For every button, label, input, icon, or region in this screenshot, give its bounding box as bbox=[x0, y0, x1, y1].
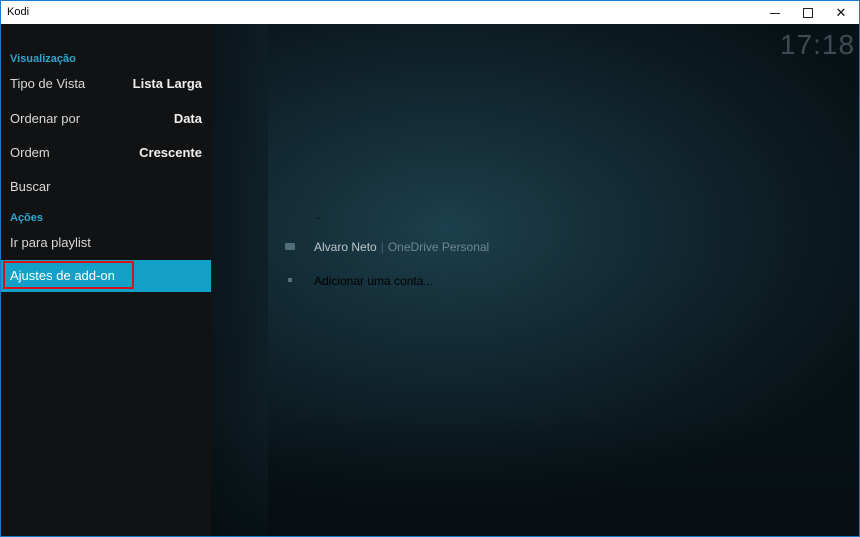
minimize-button[interactable] bbox=[759, 1, 791, 24]
highlight-annotation bbox=[3, 261, 134, 289]
separator: | bbox=[380, 240, 384, 254]
option-label: Ordem bbox=[10, 145, 50, 160]
section-header-view: Visualização bbox=[10, 53, 76, 65]
option-view-type[interactable]: Tipo de Vista Lista Larga bbox=[1, 68, 211, 100]
maximize-icon bbox=[803, 7, 813, 18]
option-order[interactable]: Ordem Crescente bbox=[1, 137, 211, 169]
kodi-content: 17:18 Visualização Tipo de Vista Lista L… bbox=[1, 24, 859, 536]
option-sort-by[interactable]: Ordenar por Data bbox=[1, 103, 211, 135]
add-icon bbox=[288, 278, 292, 282]
action-go-to-playlist[interactable]: Ir para playlist bbox=[1, 227, 211, 259]
minimize-icon bbox=[770, 13, 780, 14]
account-type: OneDrive Personal bbox=[387, 240, 490, 254]
maximize-button[interactable] bbox=[792, 1, 824, 24]
title-bar[interactable]: Kodi ✕ bbox=[1, 1, 859, 24]
close-icon: ✕ bbox=[835, 4, 847, 20]
option-label: Ordenar por bbox=[10, 111, 81, 126]
action-label: Ir para playlist bbox=[10, 235, 91, 250]
option-label: Buscar bbox=[10, 179, 51, 194]
option-value: Lista Larga bbox=[132, 76, 202, 91]
section-header-actions: Ações bbox=[10, 212, 44, 224]
parent-folder-label: .. bbox=[314, 208, 321, 222]
list-item-text: Alvaro Neto | OneDrive Personal bbox=[314, 240, 489, 254]
close-button[interactable]: ✕ bbox=[825, 1, 857, 24]
kodi-window: Kodi ✕ 17:18 Visualização Tipo de Vista … bbox=[0, 0, 860, 537]
account-name: Alvaro Neto bbox=[314, 240, 377, 254]
clock: 17:18 bbox=[780, 29, 856, 60]
option-search[interactable]: Buscar bbox=[1, 171, 211, 203]
background-fade bbox=[211, 416, 859, 536]
option-value: Data bbox=[173, 111, 202, 126]
window-title: Kodi bbox=[7, 6, 30, 18]
options-sidebar: Visualização Tipo de Vista Lista Larga O… bbox=[1, 24, 211, 536]
folder-icon bbox=[285, 243, 295, 250]
option-value: Crescente bbox=[139, 145, 202, 160]
add-account-label: Adicionar uma conta... bbox=[314, 274, 434, 288]
option-label: Tipo de Vista bbox=[10, 76, 86, 91]
